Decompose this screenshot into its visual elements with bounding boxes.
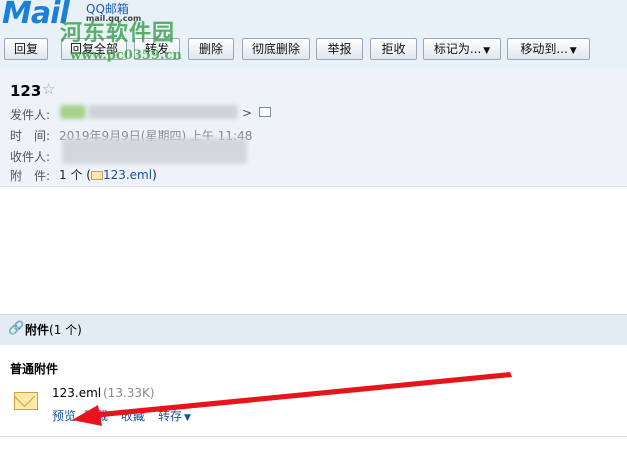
arrow-shaft [90,372,512,418]
annotation-arrow [72,372,512,426]
arrowhead [72,405,102,426]
